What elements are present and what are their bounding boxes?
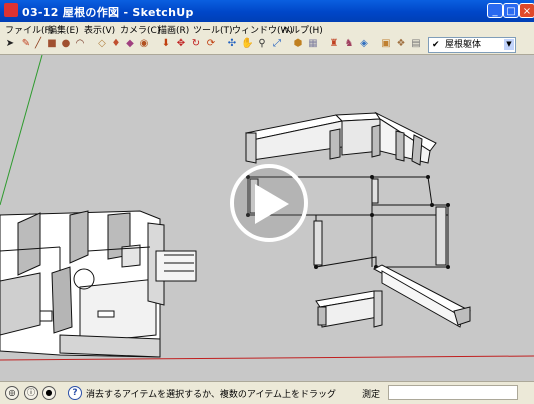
status-message: 消去するアイテムを選択するか、複数のアイテム上をドラッグ [86, 390, 337, 400]
status-bar: ◎ ⓘ ● ? 消去するアイテムを選択するか、複数のアイテム上をドラッグ 測定 [0, 381, 534, 404]
menu-draw[interactable]: 描画(R) [158, 23, 189, 36]
menu-bar: ファイル(F) 編集(E) 表示(V) カメラ(C) 描画(R) ツール(T) … [0, 22, 534, 37]
warehouse-icon[interactable]: ⬢ [292, 38, 304, 50]
make-component-icon[interactable]: ◇ [96, 38, 108, 50]
zoom-extents-icon[interactable]: ⤢ [271, 38, 283, 50]
play-icon[interactable] [255, 184, 289, 224]
roof-wall-group-bottom [315, 264, 471, 328]
arc-tool-icon[interactable]: ◠ [74, 38, 86, 50]
get-models-icon[interactable]: ♜ [328, 38, 340, 50]
eraser-tool-icon[interactable]: ✎ [20, 38, 32, 50]
layer-select-value: 屋根躯体 [445, 40, 482, 50]
layer-select[interactable]: ✔ 屋根躯体 ▼ [428, 37, 516, 53]
menu-camera[interactable]: カメラ(C) [120, 23, 160, 36]
paint-bucket-icon[interactable]: ♦ [110, 38, 122, 50]
layers-icon[interactable]: ▤ [410, 38, 422, 50]
credits-icon[interactable]: ⓘ [24, 386, 38, 400]
geo-location-icon[interactable]: ◎ [5, 386, 19, 400]
menu-edit[interactable]: 編集(E) [48, 23, 79, 36]
roof-wall-group-top [245, 111, 437, 166]
extension-icon[interactable]: ◈ [358, 38, 370, 50]
maximize-button[interactable]: □ [503, 3, 519, 18]
window-title: 03-12 屋根の作図 - SketchUp [22, 6, 194, 19]
menu-help[interactable]: ヘルプ(H) [282, 23, 323, 36]
user-icon[interactable]: ● [42, 386, 56, 400]
offset-icon[interactable]: ⟳ [205, 38, 217, 50]
measurements-label: 測定 [362, 390, 381, 400]
push-pull-icon[interactable]: ⬇ [160, 38, 172, 50]
model-viewport[interactable] [0, 55, 534, 381]
green-axis [0, 55, 43, 206]
menu-tools[interactable]: ツール(T) [193, 23, 233, 36]
pencil-tool-icon[interactable]: ╱ [32, 38, 44, 50]
chevron-down-icon[interactable]: ▼ [504, 39, 514, 50]
rectangle-tool-icon[interactable]: ■ [46, 38, 58, 50]
menu-file[interactable]: ファイル(F) [5, 23, 53, 36]
zoom-icon[interactable]: ⚲ [256, 38, 268, 50]
sketchup-icon[interactable] [4, 3, 18, 17]
minimize-button[interactable]: _ [487, 3, 503, 18]
pan-icon[interactable]: ✋ [241, 38, 253, 50]
move-icon[interactable]: ✥ [175, 38, 187, 50]
styles-icon[interactable]: ❖ [395, 38, 407, 50]
rotate-icon[interactable]: ↻ [190, 38, 202, 50]
title-bar: 03-12 屋根の作図 - SketchUp _ □ × [0, 0, 534, 22]
red-axis [0, 355, 534, 361]
section-plane-icon[interactable]: ▣ [380, 38, 392, 50]
help-icon[interactable]: ? [68, 386, 82, 400]
check-icon: ✔ [432, 40, 440, 50]
menu-view[interactable]: 表示(V) [84, 23, 115, 36]
share-model-icon[interactable]: ▦ [307, 38, 319, 50]
select-tool-icon[interactable]: ➤ [4, 38, 16, 50]
close-button[interactable]: × [519, 3, 534, 18]
house-model [0, 210, 197, 358]
orbit-icon[interactable]: ✣ [226, 38, 238, 50]
share-component-icon[interactable]: ♞ [343, 38, 355, 50]
circle-tool-icon[interactable]: ● [60, 38, 72, 50]
eraser-icon[interactable]: ◆ [124, 38, 136, 50]
tape-measure-icon[interactable]: ◉ [138, 38, 150, 50]
measurements-box[interactable] [388, 385, 518, 400]
